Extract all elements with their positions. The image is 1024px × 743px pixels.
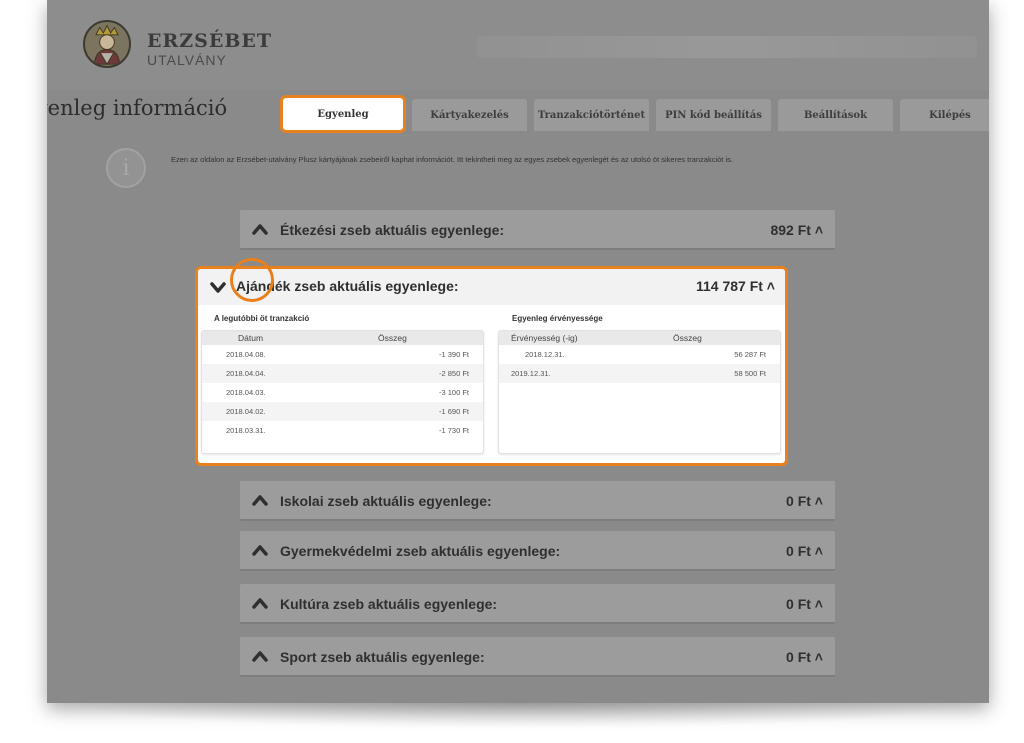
chevron-up-icon[interactable] [252,492,268,508]
tab-tranzakciotortenet[interactable]: Tranzakciótörténet [534,99,649,131]
cell-amount: -1 730 Ft [438,426,469,435]
cell-date: 2018.03.31. [226,426,266,435]
column-header: Összeg [673,333,702,343]
table-row: 2018.03.31. -1 730 Ft [202,421,483,440]
validity-label: Egyenleg érvényessége [512,314,603,323]
pocket-title: Iskolai zseb aktuális egyenlege: [280,493,492,509]
tab-beallitasok[interactable]: Beállítások [778,99,893,131]
chevron-up-icon[interactable] [252,542,268,558]
pocket-amount: 114 787 Ft ˄ [695,278,775,294]
pocket-sport[interactable]: Sport zseb aktuális egyenlege: 0 Ft ˄ [240,637,835,677]
chevron-up-icon[interactable] [252,648,268,664]
validity-table: Érvényesség (-ig) Összeg 2018.12.31. 56 … [498,330,781,454]
pocket-title: Sport zseb aktuális egyenlege: [280,649,485,665]
cell-date: 2018.04.08. [226,350,266,359]
brand-name: ERZSÉBET [147,30,273,52]
chevron-up-icon[interactable] [252,221,268,237]
window-shadow [60,703,976,729]
pocket-title: Étkezési zseb aktuális egyenlege: [280,222,505,238]
cell-amount: 58 500 Ft [734,369,766,378]
table-row: 2018.04.03. -3 100 Ft [202,383,483,402]
column-header: Dátum [238,333,264,343]
column-header: Érvényesség (-ig) [511,333,578,343]
pocket-iskolai[interactable]: Iskolai zseb aktuális egyenlege: 0 Ft ˄ [240,481,835,521]
cell-date: 2018.04.02. [226,407,266,416]
transactions-table: Dátum Összeg 2018.04.08. -1 390 Ft 2018.… [201,330,484,454]
queen-emblem-icon[interactable] [83,20,131,68]
tab-kartyakezeles[interactable]: Kártyakezelés [412,99,527,131]
chevron-up-icon[interactable] [252,595,268,611]
cell-date: 2018.12.31. [525,350,565,359]
table-row: 2018.12.31. 56 287 Ft [499,345,780,364]
cell-amount: -3 100 Ft [438,388,469,397]
chevron-down-icon[interactable] [210,279,226,295]
table-row: 2018.04.02. -1 690 Ft [202,402,483,421]
pocket-title: Ajándék zseb aktuális egyenlege: [236,278,459,294]
cell-amount: -1 390 Ft [438,350,469,359]
table-header: Érvényesség (-ig) Összeg [499,331,780,345]
table-row: 2018.04.08. -1 390 Ft [202,345,483,364]
pocket-amount: 0 Ft ˄ [786,596,823,612]
tab-kilepes[interactable]: Kilépés [900,99,989,131]
header-bar: ERZSÉBET UTALVÁNY [47,0,989,90]
table-row: 2019.12.31. 58 500 Ft [499,364,780,383]
table-row: 2018.04.04. -2 850 Ft [202,364,483,383]
pocket-amount: 892 Ft ˄ [770,222,823,238]
pocket-title: Gyermekvédelmi zseb aktuális egyenlege: [280,543,561,559]
cell-amount: 56 287 Ft [734,350,766,359]
cell-amount: -2 850 Ft [438,369,469,378]
pocket-amount: 0 Ft ˄ [786,543,823,559]
cell-date: 2018.04.03. [226,388,266,397]
app-window: ERZSÉBET UTALVÁNY Egyenleg információ Eg… [47,0,989,703]
transactions-label: A legutóbbi öt tranzakció [214,314,310,323]
pocket-ajandek-header[interactable]: Ajándék zseb aktuális egyenlege: 114 787… [198,269,785,305]
pocket-etkezesi[interactable]: Étkezési zseb aktuális egyenlege: 892 Ft… [240,210,835,250]
page-title: Egyenleg információ [47,96,228,120]
cell-date: 2018.04.04. [226,369,266,378]
pocket-ajandek-expanded: Ajándék zseb aktuális egyenlege: 114 787… [195,266,788,466]
tab-pin-kod-beallitas[interactable]: PIN kód beállítás [656,99,771,131]
blurred-header-area [477,36,977,58]
pocket-amount: 0 Ft ˄ [786,493,823,509]
column-header: Összeg [378,333,407,343]
tab-egyenleg[interactable]: Egyenleg [280,95,406,133]
pocket-kultura[interactable]: Kultúra zseb aktuális egyenlege: 0 Ft ˄ [240,584,835,624]
tab-bar: Egyenleg Kártyakezelés Tranzakciótörténe… [280,95,989,133]
pocket-amount: 0 Ft ˄ [786,649,823,665]
cell-date: 2019.12.31. [511,369,551,378]
pocket-title: Kultúra zseb aktuális egyenlege: [280,596,498,612]
info-description: Ezen az oldalon az Erzsébet-utalvány Plu… [171,155,733,164]
info-icon: i [106,148,146,188]
table-header: Dátum Összeg [202,331,483,345]
cell-amount: -1 690 Ft [438,407,469,416]
pocket-gyermekvedelmi[interactable]: Gyermekvédelmi zseb aktuális egyenlege: … [240,531,835,571]
brand-subtitle: UTALVÁNY [147,52,227,68]
